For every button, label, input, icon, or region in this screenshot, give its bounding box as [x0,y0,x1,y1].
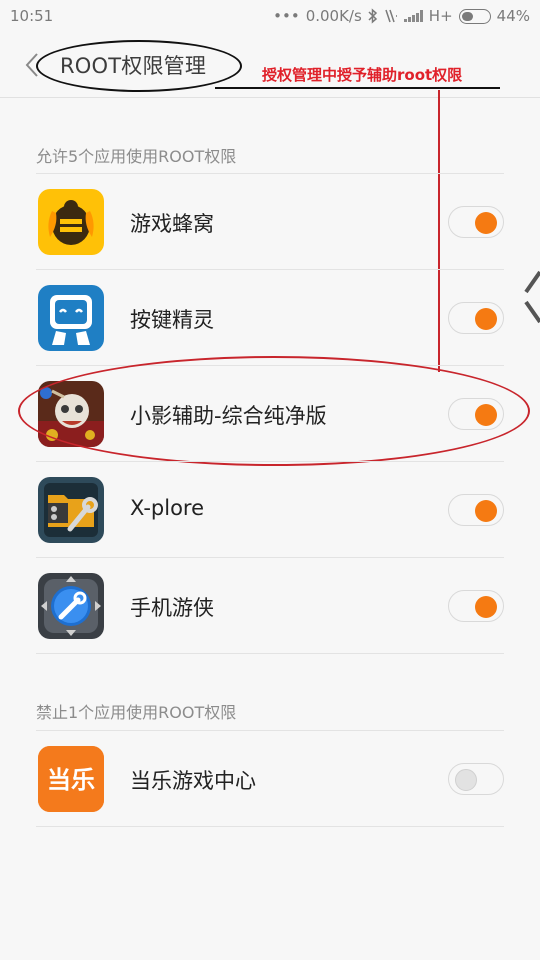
app-name: 手机游侠 [130,596,214,620]
root-permission-screen: 10:51 ••• 0.00K/s H+ 44% ROOT权限管理 授权管理中授… [0,0,540,960]
annotation-text: 授权管理中授予辅助root权限 [262,66,463,84]
root-toggle[interactable] [448,206,504,238]
robot-icon [38,285,104,351]
app-header: ROOT权限管理 授权管理中授予辅助root权限 [0,32,540,98]
app-row-xiaoying-fuzhu[interactable]: 小影辅助-综合纯净版 [0,366,540,462]
root-toggle[interactable] [448,763,504,795]
root-toggle[interactable] [448,494,504,526]
app-row-dangle-center[interactable]: 当乐 当乐游戏中心 [0,731,540,827]
toggle-knob [475,500,497,522]
blocked-section-header: 禁止1个应用使用ROOT权限 [36,703,237,722]
divider [36,826,504,827]
more-dots: ••• [273,7,300,25]
root-toggle[interactable] [448,590,504,622]
bee-icon [38,189,104,255]
toggle-knob [475,596,497,618]
network-speed: 0.00K/s [305,7,362,25]
root-toggle[interactable] [448,302,504,334]
warrior-icon [38,381,104,447]
app-row-anjian-jingling[interactable]: 按键精灵 [0,270,540,366]
toggle-knob [475,212,497,234]
app-name: X-plore [130,496,205,520]
root-toggle[interactable] [448,398,504,430]
app-row-x-plore[interactable]: X-plore [0,462,540,558]
status-indicators: ••• 0.00K/s H+ 44% [273,7,530,25]
toggle-knob [455,769,477,791]
annotation-underline [215,87,500,89]
app-row-shouji-youxia[interactable]: 手机游侠 [0,558,540,654]
toggle-knob [475,404,497,426]
battery-text: 44% [496,7,530,25]
dangle-icon-text: 当乐 [47,766,95,794]
app-name: 当乐游戏中心 [130,769,256,793]
battery-icon [458,8,491,24]
floating-tool-icon[interactable] [520,262,540,332]
app-name: 游戏蜂窝 [130,212,214,236]
app-name: 小影辅助-综合纯净版 [130,404,327,428]
folder-wrench-icon [38,477,104,543]
signal-icon [403,10,423,22]
bluetooth-icon [368,8,377,24]
status-time: 10:51 [10,7,54,25]
app-name: 按键精灵 [130,308,214,332]
page-title: ROOT权限管理 [60,54,207,78]
allowed-section-header: 允许5个应用使用ROOT权限 [36,147,237,166]
divider [36,653,504,654]
chevron-left-icon[interactable] [22,52,44,78]
network-type: H+ [428,7,453,25]
vibrate-icon [385,9,397,23]
toggle-knob [475,308,497,330]
wrench-icon [38,573,104,639]
status-bar: 10:51 ••• 0.00K/s H+ 44% [0,0,540,32]
app-row-youxi-fengwo[interactable]: 游戏蜂窝 [0,174,540,270]
dangle-icon: 当乐 [38,746,104,812]
